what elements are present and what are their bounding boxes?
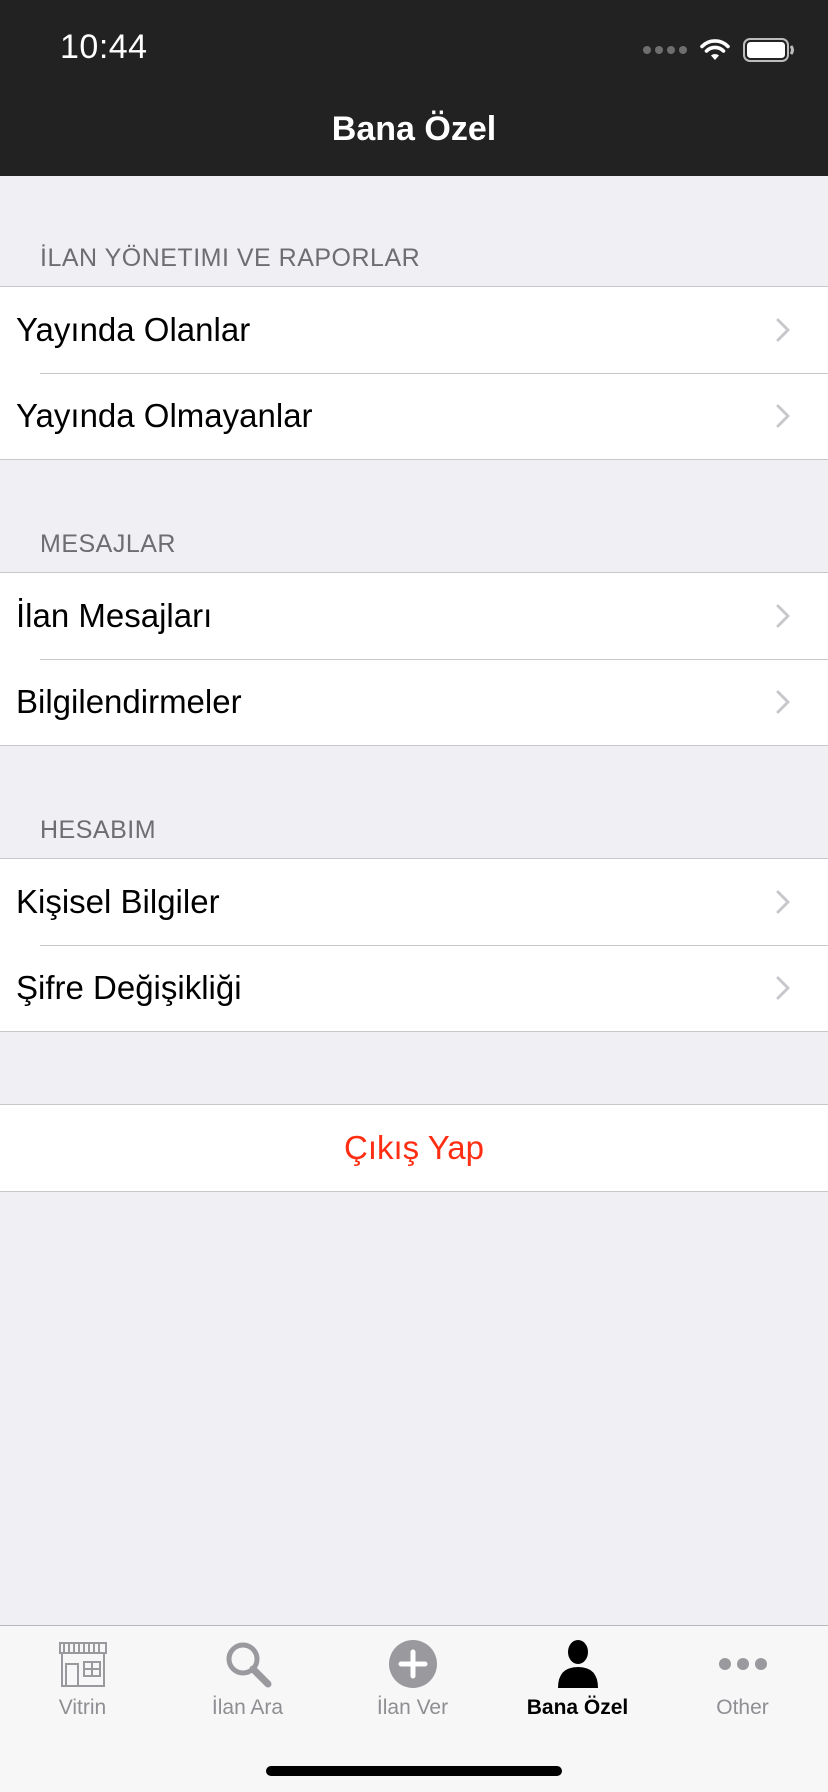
row-ilan-mesajlari[interactable]: İlan Mesajları bbox=[0, 573, 828, 659]
chevron-right-icon bbox=[776, 690, 790, 714]
row-label: Şifre Değişikliği bbox=[16, 969, 242, 1006]
chevron-right-icon bbox=[776, 318, 790, 342]
group-ilan-yonetimi: Yayında Olanlar Yayında Olmayanlar bbox=[0, 286, 828, 460]
chevron-right-icon bbox=[776, 976, 790, 1000]
row-label: Yayında Olanlar bbox=[16, 311, 251, 348]
chevron-right-icon bbox=[776, 404, 790, 428]
section-header-ilan-yonetimi: İLAN YÖNETIMI VE RAPORLAR bbox=[40, 244, 421, 272]
row-yayinda-olmayanlar[interactable]: Yayında Olmayanlar bbox=[0, 373, 828, 459]
cellular-signal-icon bbox=[643, 46, 687, 54]
tab-label: İlan Ara bbox=[211, 1696, 284, 1719]
tab-ilan-ver[interactable]: İlan Ver bbox=[330, 1626, 495, 1726]
row-sifre-degisikligi[interactable]: Şifre Değişikliği bbox=[0, 945, 828, 1031]
status-icons bbox=[643, 36, 795, 64]
navigation-header: 10:44 Bana Özel bbox=[0, 0, 828, 176]
row-label: Kişisel Bilgiler bbox=[16, 883, 220, 920]
battery-icon bbox=[743, 38, 794, 62]
section-header-hesabim: HESABIM bbox=[40, 816, 157, 844]
group-mesajlar: İlan Mesajları Bilgilendirmeler bbox=[0, 572, 828, 746]
tab-ilan-ara[interactable]: İlan Ara bbox=[165, 1626, 330, 1726]
section-header-mesajlar: MESAJLAR bbox=[40, 530, 176, 558]
group-hesabim: Kişisel Bilgiler Şifre Değişikliği bbox=[0, 858, 828, 1032]
wifi-icon bbox=[700, 39, 730, 60]
chevron-right-icon bbox=[776, 890, 790, 914]
tab-other[interactable]: Other bbox=[660, 1626, 825, 1726]
tab-label: Vitrin bbox=[58, 1696, 107, 1719]
plus-circle-icon bbox=[385, 1636, 441, 1692]
status-time: 10:44 bbox=[60, 28, 148, 66]
row-label: Yayında Olmayanlar bbox=[16, 397, 313, 434]
row-label: İlan Mesajları bbox=[16, 597, 213, 634]
tab-label: Bana Özel bbox=[526, 1696, 629, 1719]
storefront-icon bbox=[55, 1636, 111, 1692]
tab-label: İlan Ver bbox=[376, 1696, 449, 1719]
person-icon bbox=[550, 1636, 606, 1692]
row-yayinda-olanlar[interactable]: Yayında Olanlar bbox=[0, 287, 828, 373]
page-title: Bana Özel bbox=[331, 110, 497, 148]
chevron-right-icon bbox=[776, 604, 790, 628]
tab-vitrin[interactable]: Vitrin bbox=[0, 1626, 165, 1726]
tab-label: Other bbox=[716, 1696, 769, 1719]
row-label: Bilgilendirmeler bbox=[16, 683, 242, 720]
logout-button[interactable]: Çıkış Yap bbox=[0, 1104, 828, 1192]
tab-bana-ozel[interactable]: Bana Özel bbox=[495, 1626, 660, 1726]
row-kisisel-bilgiler[interactable]: Kişisel Bilgiler bbox=[0, 859, 828, 945]
screen: 10:44 Bana Özel İLAN YÖNETIMI VE RAPORLA… bbox=[0, 0, 828, 1792]
magnifier-icon bbox=[220, 1636, 276, 1692]
home-indicator bbox=[266, 1766, 562, 1776]
more-dots-icon bbox=[715, 1636, 771, 1692]
row-bilgilendirmeler[interactable]: Bilgilendirmeler bbox=[0, 659, 828, 745]
logout-label: Çıkış Yap bbox=[343, 1129, 484, 1166]
